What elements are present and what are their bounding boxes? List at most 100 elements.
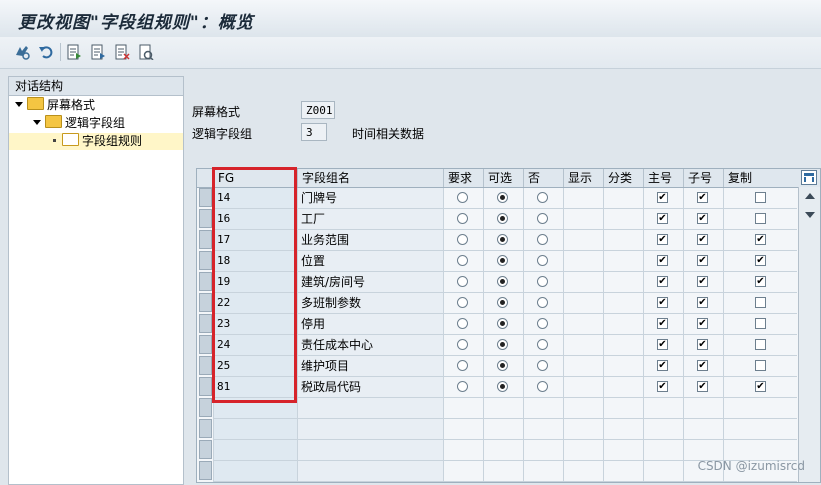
column-header-group-name[interactable]: 字段组名	[297, 169, 443, 187]
required-radio[interactable]	[457, 192, 468, 203]
copy-checkbox[interactable]	[755, 297, 766, 308]
optional-radio[interactable]	[497, 339, 508, 350]
copy-checkbox[interactable]: ✔	[755, 255, 766, 266]
sub-number-checkbox[interactable]: ✔	[697, 318, 708, 329]
no-radio[interactable]	[537, 318, 548, 329]
sub-number-checkbox[interactable]: ✔	[697, 213, 708, 224]
undo-icon[interactable]	[38, 44, 54, 60]
row-selector-button[interactable]	[199, 398, 212, 417]
no-radio[interactable]	[537, 381, 548, 392]
required-radio[interactable]	[457, 255, 468, 266]
no-radio[interactable]	[537, 339, 548, 350]
row-selector-button[interactable]	[199, 293, 212, 312]
tree-item-logical-group[interactable]: 逻辑字段组	[33, 115, 125, 132]
no-radio[interactable]	[537, 192, 548, 203]
column-header-display[interactable]: 显示	[563, 169, 603, 187]
column-header-optional[interactable]: 可选	[483, 169, 523, 187]
required-radio[interactable]	[457, 213, 468, 224]
copy-checkbox[interactable]	[755, 192, 766, 203]
column-header-copy[interactable]: 复制	[723, 169, 797, 187]
no-radio[interactable]	[537, 213, 548, 224]
sub-number-checkbox[interactable]: ✔	[697, 192, 708, 203]
sub-number-checkbox[interactable]: ✔	[697, 276, 708, 287]
table-settings-icon[interactable]	[801, 170, 817, 185]
main-number-checkbox[interactable]: ✔	[657, 255, 668, 266]
row-selector-button[interactable]	[199, 377, 212, 396]
row-selector-button[interactable]	[199, 251, 212, 270]
row-selector-button[interactable]	[199, 272, 212, 291]
copy-checkbox[interactable]: ✔	[755, 234, 766, 245]
required-radio[interactable]	[457, 360, 468, 371]
scroll-up-icon[interactable]	[805, 193, 815, 199]
optional-radio[interactable]	[497, 381, 508, 392]
copy-checkbox[interactable]	[755, 360, 766, 371]
no-radio[interactable]	[537, 276, 548, 287]
expand-arrow-icon[interactable]	[33, 120, 41, 125]
sub-number-checkbox[interactable]: ✔	[697, 297, 708, 308]
optional-radio[interactable]	[497, 276, 508, 287]
row-selector-button[interactable]	[199, 230, 212, 249]
row-selector-button[interactable]	[199, 356, 212, 375]
required-radio[interactable]	[457, 234, 468, 245]
column-header-required[interactable]: 要求	[443, 169, 483, 187]
sub-number-checkbox[interactable]: ✔	[697, 360, 708, 371]
no-radio[interactable]	[537, 297, 548, 308]
row-selector-button[interactable]	[199, 419, 212, 438]
tree-item-field-group-rules[interactable]: 字段组规则	[9, 133, 183, 150]
row-selector-button[interactable]	[199, 209, 212, 228]
column-header-no[interactable]: 否	[523, 169, 563, 187]
screen-format-field[interactable]: Z001	[301, 101, 335, 119]
select-all-icon[interactable]	[138, 44, 154, 61]
required-radio[interactable]	[457, 339, 468, 350]
copy-as-icon[interactable]	[90, 44, 106, 60]
new-entries-icon[interactable]	[66, 44, 82, 60]
row-selector-button[interactable]	[199, 335, 212, 354]
delete-icon[interactable]	[114, 44, 130, 60]
tree-item-screen-format[interactable]: 屏幕格式	[15, 97, 95, 114]
copy-checkbox[interactable]	[755, 339, 766, 350]
sub-number-checkbox[interactable]: ✔	[697, 255, 708, 266]
optional-radio[interactable]	[497, 297, 508, 308]
expand-arrow-icon[interactable]	[15, 102, 23, 107]
row-selector-button[interactable]	[199, 188, 212, 207]
scroll-down-icon[interactable]	[805, 212, 815, 218]
logical-group-field[interactable]: 3	[301, 123, 327, 141]
optional-radio[interactable]	[497, 234, 508, 245]
row-selector-button[interactable]	[199, 440, 212, 459]
no-radio[interactable]	[537, 255, 548, 266]
no-radio[interactable]	[537, 360, 548, 371]
optional-radio[interactable]	[497, 318, 508, 329]
optional-radio[interactable]	[497, 360, 508, 371]
optional-radio[interactable]	[497, 192, 508, 203]
main-number-checkbox[interactable]: ✔	[657, 213, 668, 224]
optional-radio[interactable]	[497, 213, 508, 224]
main-number-checkbox[interactable]: ✔	[657, 297, 668, 308]
required-radio[interactable]	[457, 381, 468, 392]
main-number-checkbox[interactable]: ✔	[657, 360, 668, 371]
required-radio[interactable]	[457, 318, 468, 329]
copy-checkbox[interactable]	[755, 213, 766, 224]
column-header-main-number[interactable]: 主号	[643, 169, 683, 187]
required-radio[interactable]	[457, 297, 468, 308]
sub-number-checkbox[interactable]: ✔	[697, 381, 708, 392]
main-number-checkbox[interactable]: ✔	[657, 381, 668, 392]
copy-checkbox[interactable]	[755, 318, 766, 329]
main-number-checkbox[interactable]: ✔	[657, 339, 668, 350]
column-header-sub-number[interactable]: 子号	[683, 169, 723, 187]
row-selector-button[interactable]	[199, 314, 212, 333]
required-radio[interactable]	[457, 276, 468, 287]
sub-number-checkbox[interactable]: ✔	[697, 234, 708, 245]
sub-number-checkbox[interactable]: ✔	[697, 339, 708, 350]
row-selector-button[interactable]	[199, 461, 212, 480]
main-number-checkbox[interactable]: ✔	[657, 192, 668, 203]
column-header-class[interactable]: 分类	[603, 169, 643, 187]
no-radio[interactable]	[537, 234, 548, 245]
optional-radio[interactable]	[497, 255, 508, 266]
copy-checkbox[interactable]: ✔	[755, 276, 766, 287]
main-number-checkbox[interactable]: ✔	[657, 318, 668, 329]
display-change-icon[interactable]	[14, 44, 30, 60]
copy-checkbox[interactable]: ✔	[755, 381, 766, 392]
main-number-checkbox[interactable]: ✔	[657, 234, 668, 245]
vertical-scrollbar[interactable]	[798, 187, 820, 482]
main-number-checkbox[interactable]: ✔	[657, 276, 668, 287]
